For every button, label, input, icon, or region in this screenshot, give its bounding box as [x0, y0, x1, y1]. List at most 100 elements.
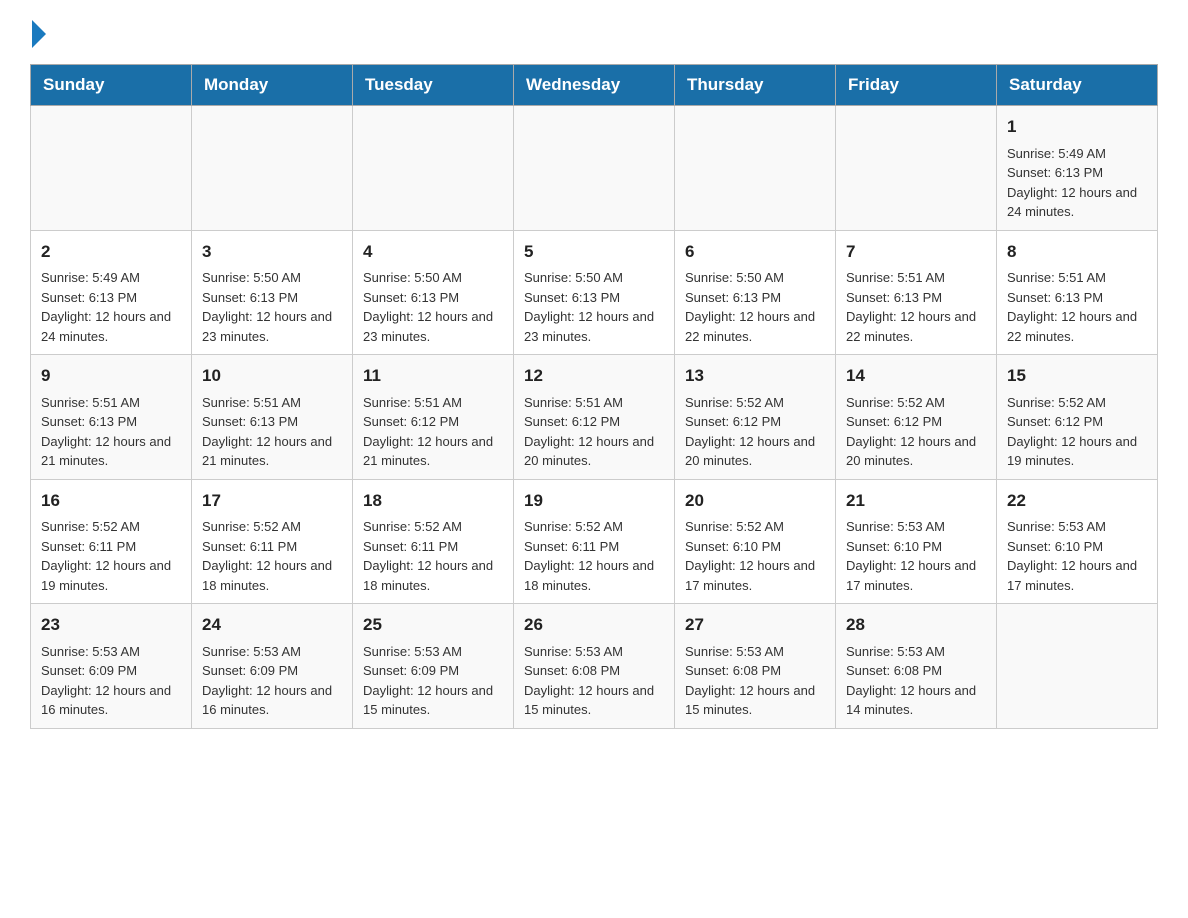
day-info: Sunrise: 5:50 AM Sunset: 6:13 PM Dayligh…: [363, 268, 503, 346]
day-info: Sunrise: 5:53 AM Sunset: 6:09 PM Dayligh…: [41, 642, 181, 720]
day-number: 9: [41, 363, 181, 389]
table-row: 6 Sunrise: 5:50 AM Sunset: 6:13 PM Daylig…: [675, 230, 836, 355]
table-row: 8 Sunrise: 5:51 AM Sunset: 6:13 PM Daylig…: [997, 230, 1158, 355]
day-number: 20: [685, 488, 825, 514]
calendar-week-row: 9 Sunrise: 5:51 AM Sunset: 6:13 PM Daylig…: [31, 355, 1158, 480]
day-number: 3: [202, 239, 342, 265]
calendar-week-row: 1 Sunrise: 5:49 AM Sunset: 6:13 PM Daylig…: [31, 106, 1158, 231]
col-wednesday: Wednesday: [514, 65, 675, 106]
day-number: 11: [363, 363, 503, 389]
table-row: 17 Sunrise: 5:52 AM Sunset: 6:11 PM Dayli…: [192, 479, 353, 604]
day-number: 18: [363, 488, 503, 514]
col-friday: Friday: [836, 65, 997, 106]
day-info: Sunrise: 5:53 AM Sunset: 6:10 PM Dayligh…: [1007, 517, 1147, 595]
day-number: 28: [846, 612, 986, 638]
table-row: 1 Sunrise: 5:49 AM Sunset: 6:13 PM Daylig…: [997, 106, 1158, 231]
table-row: 9 Sunrise: 5:51 AM Sunset: 6:13 PM Daylig…: [31, 355, 192, 480]
table-row: 26 Sunrise: 5:53 AM Sunset: 6:08 PM Dayli…: [514, 604, 675, 729]
day-number: 6: [685, 239, 825, 265]
day-number: 27: [685, 612, 825, 638]
day-info: Sunrise: 5:53 AM Sunset: 6:10 PM Dayligh…: [846, 517, 986, 595]
page-header: [30, 20, 1158, 48]
day-number: 14: [846, 363, 986, 389]
day-info: Sunrise: 5:51 AM Sunset: 6:13 PM Dayligh…: [846, 268, 986, 346]
day-info: Sunrise: 5:50 AM Sunset: 6:13 PM Dayligh…: [524, 268, 664, 346]
day-info: Sunrise: 5:51 AM Sunset: 6:13 PM Dayligh…: [41, 393, 181, 471]
day-number: 15: [1007, 363, 1147, 389]
day-info: Sunrise: 5:52 AM Sunset: 6:11 PM Dayligh…: [363, 517, 503, 595]
day-number: 8: [1007, 239, 1147, 265]
table-row: 14 Sunrise: 5:52 AM Sunset: 6:12 PM Dayli…: [836, 355, 997, 480]
day-info: Sunrise: 5:52 AM Sunset: 6:11 PM Dayligh…: [41, 517, 181, 595]
day-info: Sunrise: 5:51 AM Sunset: 6:12 PM Dayligh…: [524, 393, 664, 471]
table-row: 18 Sunrise: 5:52 AM Sunset: 6:11 PM Dayli…: [353, 479, 514, 604]
table-row: [514, 106, 675, 231]
table-row: 24Sunrise: 5:53 AM Sunset: 6:09 PM Dayli…: [192, 604, 353, 729]
table-row: [997, 604, 1158, 729]
calendar-week-row: 2Sunrise: 5:49 AM Sunset: 6:13 PM Daylig…: [31, 230, 1158, 355]
day-number: 22: [1007, 488, 1147, 514]
table-row: 10Sunrise: 5:51 AM Sunset: 6:13 PM Dayli…: [192, 355, 353, 480]
table-row: 11 Sunrise: 5:51 AM Sunset: 6:12 PM Dayli…: [353, 355, 514, 480]
day-number: 7: [846, 239, 986, 265]
table-row: 27 Sunrise: 5:53 AM Sunset: 6:08 PM Dayli…: [675, 604, 836, 729]
day-info: Sunrise: 5:50 AM Sunset: 6:13 PM Dayligh…: [685, 268, 825, 346]
day-number: 13: [685, 363, 825, 389]
table-row: [675, 106, 836, 231]
day-info: Sunrise: 5:53 AM Sunset: 6:08 PM Dayligh…: [524, 642, 664, 720]
calendar-header-row: Sunday Monday Tuesday Wednesday Thursday…: [31, 65, 1158, 106]
day-info: Sunrise: 5:52 AM Sunset: 6:11 PM Dayligh…: [524, 517, 664, 595]
day-number: 21: [846, 488, 986, 514]
table-row: 19 Sunrise: 5:52 AM Sunset: 6:11 PM Dayli…: [514, 479, 675, 604]
day-info: Sunrise: 5:52 AM Sunset: 6:11 PM Dayligh…: [202, 517, 342, 595]
col-monday: Monday: [192, 65, 353, 106]
table-row: 2Sunrise: 5:49 AM Sunset: 6:13 PM Daylig…: [31, 230, 192, 355]
day-info: Sunrise: 5:51 AM Sunset: 6:12 PM Dayligh…: [363, 393, 503, 471]
table-row: 15 Sunrise: 5:52 AM Sunset: 6:12 PM Dayli…: [997, 355, 1158, 480]
col-saturday: Saturday: [997, 65, 1158, 106]
day-number: 17: [202, 488, 342, 514]
table-row: [31, 106, 192, 231]
logo-triangle-icon: [32, 20, 46, 48]
day-number: 5: [524, 239, 664, 265]
day-info: Sunrise: 5:52 AM Sunset: 6:12 PM Dayligh…: [846, 393, 986, 471]
day-info: Sunrise: 5:51 AM Sunset: 6:13 PM Dayligh…: [1007, 268, 1147, 346]
table-row: 25Sunrise: 5:53 AM Sunset: 6:09 PM Dayli…: [353, 604, 514, 729]
table-row: 21 Sunrise: 5:53 AM Sunset: 6:10 PM Dayli…: [836, 479, 997, 604]
table-row: 3Sunrise: 5:50 AM Sunset: 6:13 PM Daylig…: [192, 230, 353, 355]
day-info: Sunrise: 5:49 AM Sunset: 6:13 PM Dayligh…: [1007, 144, 1147, 222]
day-number: 26: [524, 612, 664, 638]
day-number: 12: [524, 363, 664, 389]
day-info: Sunrise: 5:51 AM Sunset: 6:13 PM Dayligh…: [202, 393, 342, 471]
day-number: 16: [41, 488, 181, 514]
table-row: [192, 106, 353, 231]
table-row: 4Sunrise: 5:50 AM Sunset: 6:13 PM Daylig…: [353, 230, 514, 355]
calendar-week-row: 23 Sunrise: 5:53 AM Sunset: 6:09 PM Dayli…: [31, 604, 1158, 729]
day-number: 1: [1007, 114, 1147, 140]
table-row: 28Sunrise: 5:53 AM Sunset: 6:08 PM Dayli…: [836, 604, 997, 729]
day-info: Sunrise: 5:49 AM Sunset: 6:13 PM Dayligh…: [41, 268, 181, 346]
day-info: Sunrise: 5:52 AM Sunset: 6:12 PM Dayligh…: [1007, 393, 1147, 471]
table-row: 7 Sunrise: 5:51 AM Sunset: 6:13 PM Daylig…: [836, 230, 997, 355]
day-number: 25: [363, 612, 503, 638]
calendar-table: Sunday Monday Tuesday Wednesday Thursday…: [30, 64, 1158, 729]
day-info: Sunrise: 5:53 AM Sunset: 6:08 PM Dayligh…: [685, 642, 825, 720]
table-row: 13 Sunrise: 5:52 AM Sunset: 6:12 PM Dayli…: [675, 355, 836, 480]
table-row: 23 Sunrise: 5:53 AM Sunset: 6:09 PM Dayli…: [31, 604, 192, 729]
day-info: Sunrise: 5:52 AM Sunset: 6:10 PM Dayligh…: [685, 517, 825, 595]
day-number: 23: [41, 612, 181, 638]
table-row: 16 Sunrise: 5:52 AM Sunset: 6:11 PM Dayli…: [31, 479, 192, 604]
calendar-week-row: 16 Sunrise: 5:52 AM Sunset: 6:11 PM Dayli…: [31, 479, 1158, 604]
table-row: [353, 106, 514, 231]
col-sunday: Sunday: [31, 65, 192, 106]
col-tuesday: Tuesday: [353, 65, 514, 106]
day-number: 19: [524, 488, 664, 514]
table-row: 12 Sunrise: 5:51 AM Sunset: 6:12 PM Dayli…: [514, 355, 675, 480]
day-info: Sunrise: 5:52 AM Sunset: 6:12 PM Dayligh…: [685, 393, 825, 471]
table-row: [836, 106, 997, 231]
logo: [30, 20, 48, 48]
table-row: 20 Sunrise: 5:52 AM Sunset: 6:10 PM Dayli…: [675, 479, 836, 604]
table-row: 5 Sunrise: 5:50 AM Sunset: 6:13 PM Daylig…: [514, 230, 675, 355]
table-row: 22 Sunrise: 5:53 AM Sunset: 6:10 PM Dayli…: [997, 479, 1158, 604]
day-number: 24: [202, 612, 342, 638]
